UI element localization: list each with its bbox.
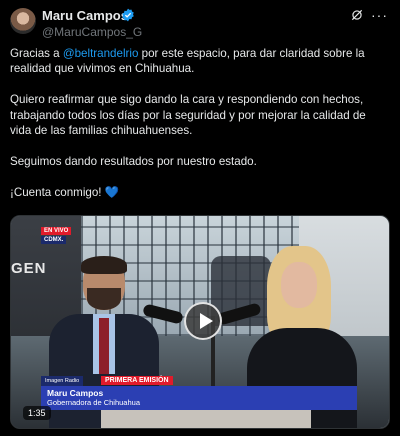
lower-third: Imagen Radio PRIMERA EMISIÓN Maru Campos… <box>41 376 361 416</box>
video-player[interactable]: GEN EN VIVO CDMX. Imagen Radio PRIMERA E… <box>10 215 390 429</box>
blue-heart-emoji: 💙 <box>104 185 120 199</box>
nameplate-title: Gobernadora de Chihuahua <box>47 398 140 407</box>
avatar[interactable] <box>10 8 36 34</box>
author-handle[interactable]: @MaruCampos_G <box>42 25 142 39</box>
nameplate: Maru Campos Gobernadora de Chihuahua <box>41 386 357 410</box>
video-duration: 1:35 <box>23 406 51 420</box>
post-header: Maru Campos @MaruCampos_G ··· <box>10 6 390 42</box>
author-name[interactable]: Maru Campos <box>42 8 128 23</box>
post-text: Gracias a @beltrandelrio por este espaci… <box>10 46 390 215</box>
grok-icon[interactable] <box>350 8 364 22</box>
emission-label: PRIMERA EMISIÓN <box>101 376 173 385</box>
live-location: CDMX. <box>41 236 67 244</box>
post-paragraph-3: Seguimos dando resultados por nuestro es… <box>10 154 257 168</box>
live-tag: EN VIVO <box>41 227 72 235</box>
post-paragraph-2: Quiero reafirmar que sigo dando la cara … <box>10 93 366 138</box>
verified-badge-icon <box>122 8 134 22</box>
mention-link[interactable]: @beltrandelrio <box>63 47 139 60</box>
brand-label: Imagen Radio <box>41 376 84 386</box>
post-paragraph-1: Gracias a @beltrandelrio por este espaci… <box>10 47 365 76</box>
post-paragraph-4: ¡Cuenta conmigo! 💙 <box>10 185 120 199</box>
backdrop-sign: GEN <box>11 260 47 277</box>
nameplate-name: Maru Campos <box>47 388 104 398</box>
more-icon[interactable]: ··· <box>371 8 388 22</box>
play-icon[interactable] <box>184 302 222 340</box>
